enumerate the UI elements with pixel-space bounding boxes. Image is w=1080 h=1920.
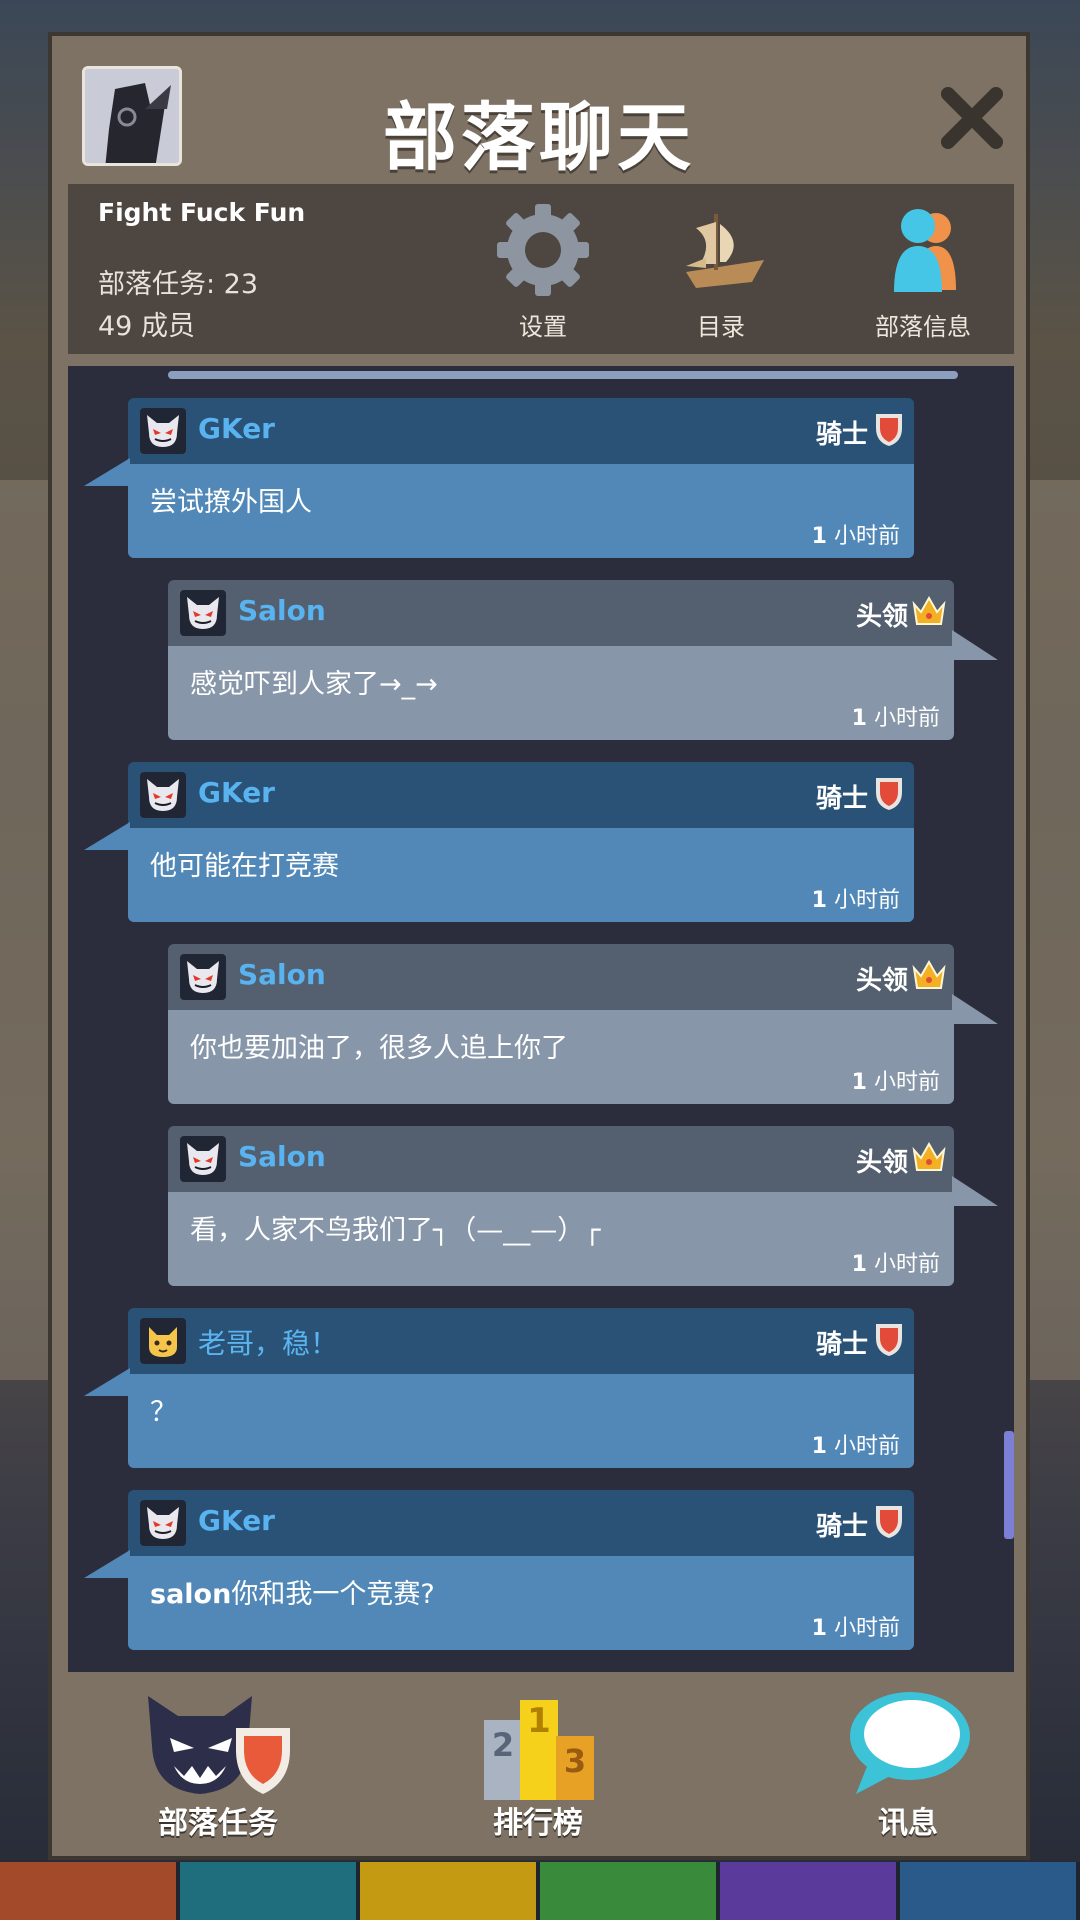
- message-text: ？: [150, 1397, 177, 1428]
- member-rank: 头领: [855, 966, 908, 996]
- demon-avatar-icon: [147, 1507, 179, 1539]
- username[interactable]: Salon: [238, 958, 326, 991]
- chat-message: Salon 头领 你也要加油了，很多人追上你了 1 小时前: [168, 944, 998, 1104]
- bubble-tail: [952, 994, 998, 1024]
- user-avatar[interactable]: [180, 1136, 226, 1182]
- shield-icon: [876, 1506, 902, 1538]
- clan-quests-count: 部落任务: 23: [98, 269, 259, 300]
- bubble-tail: [84, 1550, 130, 1578]
- demon-avatar-icon: [187, 1143, 219, 1175]
- directory-label: 目录: [697, 313, 745, 341]
- crown-icon: [912, 595, 946, 625]
- member-rank: 头领: [855, 602, 908, 632]
- member-rank: 骑士: [815, 784, 868, 814]
- clan-info-label: 部落信息: [875, 313, 971, 341]
- background-pillar: [1030, 480, 1080, 1380]
- background-tab-bar: [0, 1862, 1080, 1920]
- user-avatar[interactable]: [140, 1500, 186, 1546]
- message-timestamp: 1 小时前: [851, 706, 940, 731]
- chat-message-list[interactable]: GKer 骑士 尝试撩外国人 1 小时前 Salon 头领 感觉吓到人家了→_→…: [68, 366, 1014, 1672]
- clan-members-count: 49 成员: [98, 311, 195, 342]
- user-avatar[interactable]: [180, 590, 226, 636]
- clan-info-button[interactable]: 部落信息: [838, 202, 1008, 342]
- list-divider: [168, 371, 958, 379]
- close-icon: [941, 87, 1003, 149]
- chat-message: Salon 头领 看，人家不鸟我们了┐（—__—）┌ 1 小时前: [168, 1126, 998, 1286]
- message-text: 你也要加油了，很多人追上你了: [190, 1033, 568, 1064]
- message-text: 看，人家不鸟我们了┐（—__—）┌: [190, 1215, 601, 1246]
- bottom-navigation: 部落任务 2 1 3 排行榜 讯息: [68, 1686, 1014, 1852]
- cat-avatar-icon: [149, 1327, 177, 1357]
- svg-text:1: 1: [527, 1701, 551, 1741]
- message-timestamp: 1 小时前: [851, 1252, 940, 1277]
- messages-button[interactable]: 讯息: [828, 1686, 988, 1852]
- message-text: 尝试撩外国人: [150, 487, 312, 518]
- gear-icon: [497, 204, 589, 296]
- message-text: 他可能在打竞赛: [150, 851, 339, 882]
- username[interactable]: 老哥，稳！: [198, 1322, 338, 1362]
- demon-avatar-icon: [187, 961, 219, 993]
- member-rank: 头领: [855, 1148, 908, 1178]
- clan-quests-button[interactable]: 部落任务: [108, 1686, 328, 1852]
- member-rank: 骑士: [815, 1512, 868, 1542]
- shield-icon: [876, 1324, 902, 1356]
- ship-icon: [686, 214, 764, 288]
- bubble-tail: [84, 822, 130, 850]
- user-avatar[interactable]: [140, 1318, 186, 1364]
- close-button[interactable]: [932, 78, 1012, 158]
- member-rank: 骑士: [815, 1330, 868, 1360]
- leaderboard-button[interactable]: 2 1 3 排行榜: [458, 1686, 618, 1852]
- members-icon: [894, 209, 956, 292]
- demon-shield-icon: [148, 1696, 290, 1794]
- message-timestamp: 1 小时前: [811, 888, 900, 913]
- bubble-tail: [84, 458, 130, 486]
- demon-avatar-icon: [187, 597, 219, 629]
- chat-message: GKer 骑士 尝试撩外国人 1 小时前: [84, 398, 914, 558]
- page-title: 部落聊天: [383, 95, 695, 181]
- svg-text:2: 2: [492, 1726, 514, 1764]
- user-avatar[interactable]: [180, 954, 226, 1000]
- message-text: 感觉吓到人家了→_→: [190, 669, 438, 700]
- bubble-tail: [952, 1176, 998, 1206]
- chat-message: Salon 头领 感觉吓到人家了→_→ 1 小时前: [168, 580, 998, 740]
- clan-chat-panel: 部落聊天 Fight Fuck Fun 部落任务: 23 49 成员 设置 目录…: [48, 32, 1030, 1860]
- clan-name: Fight Fuck Fun: [98, 198, 306, 227]
- message-text: salon你和我一个竞赛?: [150, 1579, 435, 1610]
- svg-text:3: 3: [564, 1742, 586, 1780]
- demon-avatar-icon: [147, 779, 179, 811]
- chat-message: GKer 骑士 salon你和我一个竞赛? 1 小时前: [84, 1490, 914, 1650]
- speech-bubble-icon: [850, 1692, 970, 1794]
- username[interactable]: Salon: [238, 1140, 326, 1173]
- messages-label: 讯息: [878, 1806, 938, 1841]
- chat-message: GKer 骑士 他可能在打竞赛 1 小时前: [84, 762, 914, 922]
- user-avatar[interactable]: [140, 772, 186, 818]
- crown-icon: [912, 1141, 946, 1171]
- user-avatar[interactable]: [140, 408, 186, 454]
- shield-icon: [876, 414, 902, 446]
- message-timestamp: 1 小时前: [851, 1070, 940, 1095]
- settings-label: 设置: [519, 313, 567, 341]
- username[interactable]: GKer: [198, 776, 275, 809]
- chat-message: 老哥，稳！ 骑士 ？ 1 小时前: [84, 1308, 914, 1468]
- directory-button[interactable]: 目录: [646, 202, 796, 342]
- message-timestamp: 1 小时前: [811, 1616, 900, 1641]
- clan-quests-label: 部落任务: [158, 1806, 278, 1841]
- message-timestamp: 1 小时前: [811, 524, 900, 549]
- username[interactable]: GKer: [198, 412, 275, 445]
- member-rank: 骑士: [815, 420, 868, 450]
- chat-scrollbar[interactable]: [1004, 1431, 1014, 1539]
- leaderboard-label: 排行榜: [493, 1806, 583, 1841]
- bubble-tail: [84, 1368, 130, 1396]
- shield-icon: [876, 778, 902, 810]
- podium-icon: 2 1 3: [484, 1700, 594, 1800]
- crown-icon: [912, 959, 946, 989]
- message-timestamp: 1 小时前: [811, 1434, 900, 1459]
- clan-info-bar: Fight Fuck Fun 部落任务: 23 49 成员 设置 目录 部落信息: [68, 184, 1014, 354]
- username[interactable]: Salon: [238, 594, 326, 627]
- bubble-tail: [952, 630, 998, 660]
- demon-avatar-icon: [147, 415, 179, 447]
- username[interactable]: GKer: [198, 1504, 275, 1537]
- settings-button[interactable]: 设置: [468, 202, 618, 342]
